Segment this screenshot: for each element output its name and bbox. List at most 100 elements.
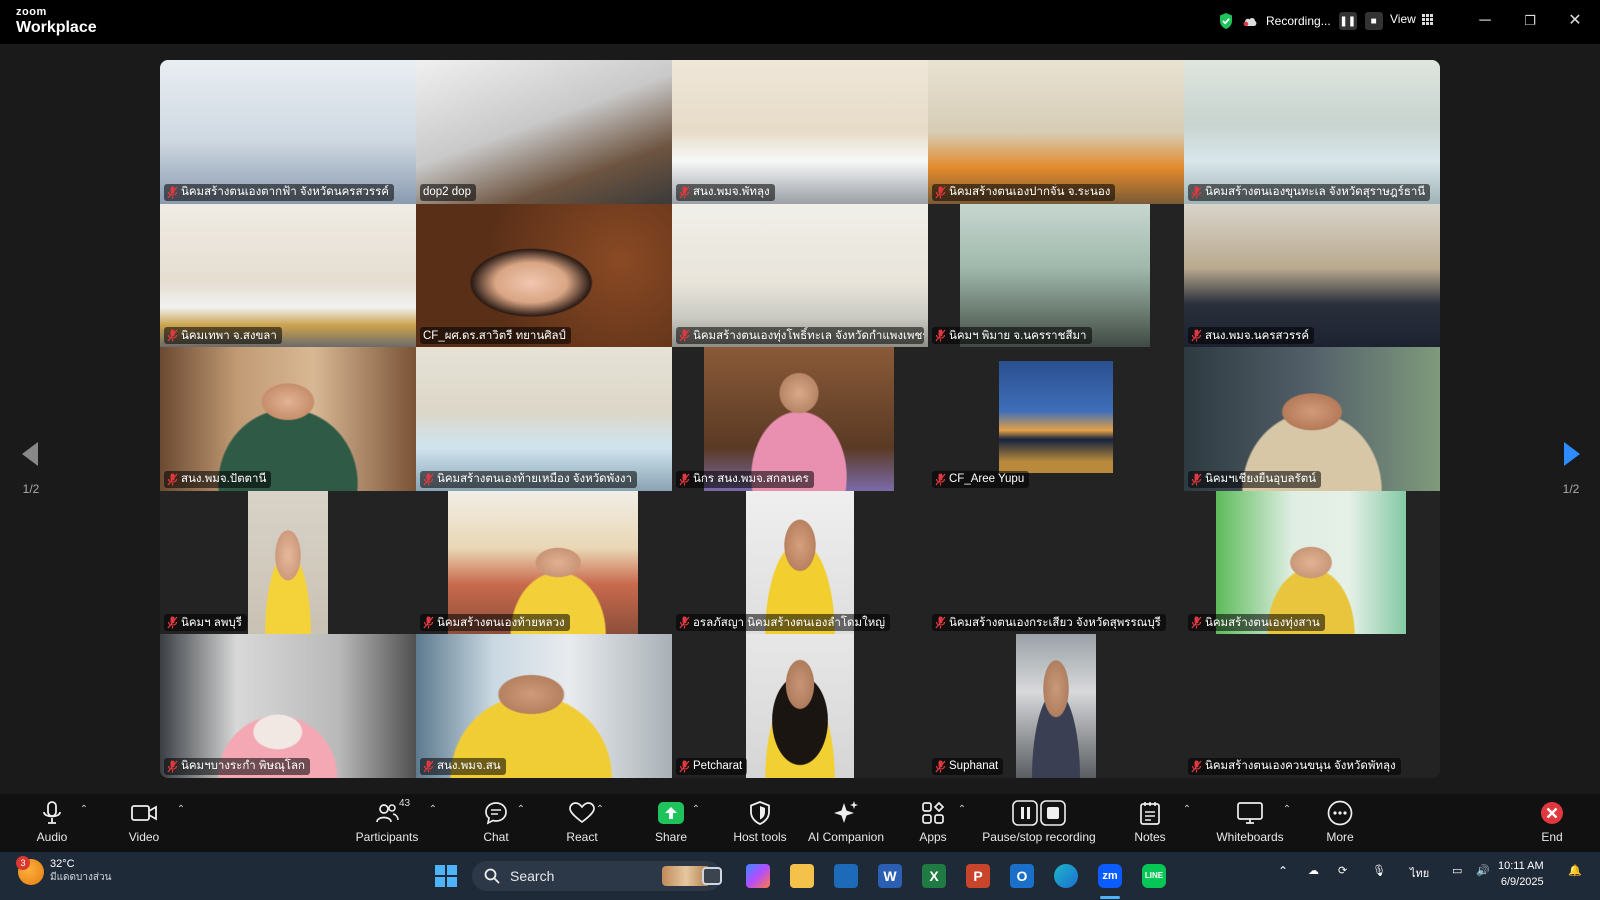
restore-icon[interactable]: ❐ (1515, 10, 1545, 32)
participant-tile[interactable]: นิคมสร้างตนเองกระเสียว จังหวัดสุพรรณบุรี (928, 490, 1184, 635)
participant-video (928, 490, 1184, 635)
weather-sun-icon: 3 (16, 855, 44, 885)
participant-tile[interactable]: dop2 dop (416, 60, 672, 204)
participant-tile[interactable]: นิคมสร้างตนเองปากจั่น จ.ระนอง (928, 60, 1184, 204)
pause-recording-button[interactable]: ❚❚ (1338, 12, 1357, 30)
participant-tile[interactable]: CF_Aree Yupu (928, 347, 1184, 491)
participant-tile[interactable]: สนง.พมจ.ปัตตานี (160, 347, 416, 491)
participant-video (1184, 60, 1440, 204)
weather-badge: 3 (16, 855, 30, 870)
participant-name: สนง.พมจ.นครสวรรค์ (1205, 329, 1310, 342)
sync-icon[interactable]: ⟳ (1338, 864, 1347, 877)
excel-icon[interactable]: X (922, 864, 946, 888)
weather-widget[interactable]: 3 32°C มีแดดบางส่วน (16, 855, 111, 885)
participant-name: นิคมฯ ลพบุรี (181, 616, 242, 629)
participant-tile[interactable]: นิคมสร้างตนเองท้ายหลวง (416, 490, 672, 635)
participant-name-tag: นิคมสร้างตนเองควนขนุน จังหวัดพัทลุง (1188, 757, 1401, 775)
zoom-app-icon[interactable]: zm (1098, 864, 1122, 888)
audio-options-chevron-icon[interactable]: ⌃ (77, 804, 91, 818)
taskbar-search[interactable]: Search (472, 861, 722, 891)
task-view-icon[interactable] (702, 867, 722, 885)
participant-tile[interactable]: นิคมฯ ลพบุรี (160, 490, 416, 635)
participant-tile[interactable]: นิคมฯ พิมาย จ.นครราชสีมา (928, 203, 1184, 348)
participant-tile[interactable]: นิคมสร้างตนเองขุนทะเล จังหวัดสุราษฎร์ธาน… (1184, 60, 1440, 204)
taskbar-clock[interactable]: 10:11 AM 6/9/2025 (1498, 858, 1544, 890)
participant-tile[interactable]: นิคมฯบางระกำ พิษณุโลก (160, 634, 416, 778)
participant-video (416, 60, 672, 204)
line-app-icon[interactable]: LINE (1142, 864, 1166, 888)
view-button[interactable]: View (1390, 12, 1433, 26)
participant-name-tag: สนง.พมจ.สน (420, 757, 506, 775)
file-explorer-icon[interactable] (790, 864, 814, 888)
participant-tile[interactable]: นิคมเทพา จ.สงขลา (160, 203, 416, 348)
participant-tile[interactable]: สนง.พมจ.สน (416, 634, 672, 778)
notes-options-chevron-icon[interactable]: ⌃ (1180, 804, 1194, 818)
participant-tile[interactable]: นิกร สนง.พมจ.สกลนคร (672, 347, 928, 491)
participants-button[interactable]: 43 Participants (347, 798, 427, 844)
participant-name-tag: นิคมเทพา จ.สงขลา (164, 327, 282, 345)
powerpoint-icon[interactable]: P (966, 864, 990, 888)
participant-tile[interactable]: สนง.พมจ.พัทลุง (672, 60, 928, 204)
muted-mic-icon (167, 329, 178, 342)
participant-tile[interactable]: Petcharat (672, 634, 928, 778)
participant-tile[interactable]: CF_ผศ.ดร.สาวิตรี ทยานศิลป์ (416, 203, 672, 348)
page-indicator-left: 1/2 (22, 482, 40, 496)
close-icon[interactable]: ✕ (1560, 10, 1590, 32)
end-meeting-button[interactable]: End (1512, 800, 1592, 844)
edge-icon[interactable] (1054, 864, 1078, 888)
participant-tile[interactable]: นิคมสร้างตนเองควนขนุน จังหวัดพัทลุง (1184, 634, 1440, 778)
share-label: Share (654, 830, 688, 844)
participant-tile[interactable]: อรลภัสญา นิคมสร้างตนเองลำโดมใหญ่ (672, 490, 928, 635)
participant-tile[interactable]: นิคมฯเชียงยืนอุบลรัตน์ (1184, 347, 1440, 491)
next-page-icon[interactable] (1556, 434, 1586, 474)
participant-tile[interactable]: นิคมสร้างตนเองตากฟ้า จังหวัดนครสวรรค์ (160, 60, 416, 204)
windows-start-icon[interactable] (434, 864, 458, 888)
ai-companion-button[interactable]: AI Companion (800, 800, 892, 844)
share-options-chevron-icon[interactable]: ⌃ (689, 804, 703, 818)
previous-page-icon[interactable] (16, 434, 46, 474)
minimize-icon[interactable]: ─ (1470, 10, 1500, 32)
participants-options-chevron-icon[interactable]: ⌃ (426, 804, 440, 818)
notes-button[interactable]: Notes (1110, 800, 1190, 844)
muted-mic-icon (1191, 186, 1202, 199)
participant-tile[interactable]: นิคมสร้างตนเองท้ายเหมือง จังหวัดพังงา (416, 347, 672, 491)
onedrive-icon[interactable]: ☁ (1308, 864, 1319, 877)
video-label: Video (128, 830, 160, 844)
participant-name-tag: นิคมสร้างตนเองขุนทะเล จังหวัดสุราษฎร์ธาน… (1188, 183, 1431, 201)
apps-options-chevron-icon[interactable]: ⌃ (955, 804, 969, 818)
video-options-chevron-icon[interactable]: ⌃ (174, 804, 188, 818)
react-options-chevron-icon[interactable]: ⌃ (593, 804, 607, 818)
whiteboards-options-chevron-icon[interactable]: ⌃ (1280, 804, 1294, 818)
react-label: React (566, 830, 598, 844)
chat-options-chevron-icon[interactable]: ⌃ (514, 804, 528, 818)
participant-video (1216, 490, 1406, 635)
more-button[interactable]: More (1300, 800, 1380, 844)
participant-video (160, 203, 416, 348)
tray-overflow-chevron-icon[interactable]: ⌃ (1278, 864, 1288, 878)
participant-tile[interactable]: นิคมสร้างตนเองทุ่งโพธิ์ทะเล จังหวัดกำแพง… (672, 203, 928, 348)
recording-status: Recording... ❚❚ ■ (1218, 10, 1383, 32)
word-icon[interactable]: W (878, 864, 902, 888)
participant-tile[interactable]: สนง.พมจ.นครสวรรค์ (1184, 203, 1440, 348)
host-tools-button[interactable]: Host tools (720, 800, 800, 844)
participant-tile[interactable]: นิคมสร้างตนเองทุ่งสาน (1184, 490, 1440, 635)
participant-tile[interactable]: Suphanat (928, 634, 1184, 778)
volume-icon[interactable]: 🔊 (1476, 864, 1490, 877)
shield-icon (750, 801, 770, 825)
stop-recording-button[interactable]: ■ (1364, 12, 1383, 30)
outlook-icon[interactable]: O (1010, 864, 1034, 888)
muted-mic-icon (423, 616, 434, 629)
cloud-record-icon (1243, 17, 1257, 27)
language-indicator[interactable]: ไทย (1410, 864, 1429, 882)
pause-stop-recording-button[interactable]: Pause/stop recording (980, 800, 1098, 844)
network-icon[interactable]: ▭ (1452, 864, 1462, 877)
meeting-toolbar: Audio ⌃ Video ⌃ 43 Participants ⌃ Chat ⌃… (0, 794, 1600, 852)
store-icon[interactable] (834, 864, 858, 888)
copilot-icon[interactable] (746, 864, 770, 888)
react-button[interactable]: React (542, 800, 622, 844)
video-button[interactable]: Video (104, 800, 184, 844)
search-icon (484, 868, 500, 884)
tray-microphone-icon[interactable]: 🎙 (1372, 864, 1386, 877)
brand-bottom: Workplace (16, 19, 97, 36)
notifications-icon[interactable]: 🔔 (1568, 864, 1582, 877)
